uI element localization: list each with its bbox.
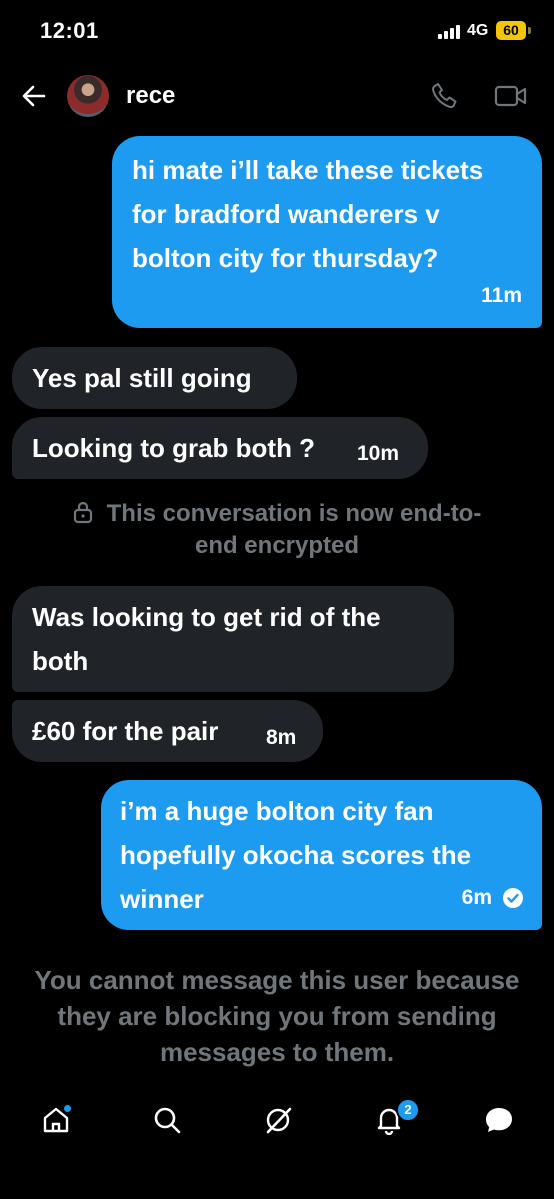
back-arrow-icon[interactable]	[20, 82, 48, 110]
message-text: Yes pal still going	[32, 363, 252, 393]
blocked-notice: You cannot message this user because the…	[34, 965, 520, 1067]
tab-messages[interactable]	[477, 1090, 521, 1150]
video-call-icon[interactable]	[494, 82, 528, 110]
battery-icon: 60	[496, 21, 526, 40]
notification-badge: 2	[396, 1098, 420, 1122]
search-icon	[154, 1107, 181, 1134]
message-bubble-outgoing[interactable]: i’m a huge bolton city fan hopefully oko…	[101, 780, 542, 930]
lock-icon	[73, 501, 92, 524]
status-bar: 12:01 4G 60	[0, 0, 554, 70]
tab-grok[interactable]	[256, 1090, 300, 1150]
message-time: 11m	[481, 284, 522, 307]
signal-icon	[438, 25, 460, 39]
message-time: 6m	[461, 886, 492, 909]
message-bubble-incoming[interactable]: Was looking to get rid of the both	[12, 586, 454, 692]
home-unread-dot	[64, 1105, 71, 1112]
message-time: 10m	[357, 442, 400, 465]
bottom-tab-bar	[0, 1090, 554, 1150]
conversation-header: rece	[0, 70, 554, 122]
tab-search[interactable]	[145, 1090, 189, 1150]
message-text: £60 for the pair	[32, 716, 219, 746]
tab-home[interactable]	[34, 1090, 78, 1150]
phone-icon[interactable]	[430, 81, 460, 111]
avatar[interactable]	[67, 75, 109, 117]
seen-check-icon	[503, 888, 523, 908]
network-type: 4G	[467, 22, 489, 39]
message-text: hi mate i’ll take these tickets for brad…	[132, 155, 484, 273]
message-bubble-incoming[interactable]: Looking to grab both ? 10m	[12, 417, 428, 479]
encryption-notice-line2: end encrypted	[194, 532, 360, 559]
message-bubble-incoming[interactable]: Yes pal still going	[12, 347, 297, 409]
message-text: Was looking to get rid of the both	[32, 602, 381, 676]
message-text: Looking to grab both ?	[32, 433, 316, 463]
message-bubble-outgoing[interactable]: hi mate i’ll take these tickets for brad…	[112, 136, 542, 328]
message-meta: 6m	[462, 876, 524, 920]
encryption-notice-line1: This conversation is now end-to-	[106, 500, 482, 527]
battery-tip	[528, 27, 531, 34]
encryption-notice: This conversation is now end-to- end enc…	[0, 498, 554, 562]
message-time: 8m	[266, 726, 297, 749]
message-bubble-incoming[interactable]: £60 for the pair 8m	[12, 700, 323, 762]
status-time: 12:01	[40, 18, 99, 43]
contact-name[interactable]: rece	[126, 82, 175, 110]
message-text: i’m a huge bolton city fan hopefully oko…	[120, 796, 472, 914]
grok-icon	[266, 1107, 292, 1134]
messages-icon	[486, 1108, 512, 1132]
